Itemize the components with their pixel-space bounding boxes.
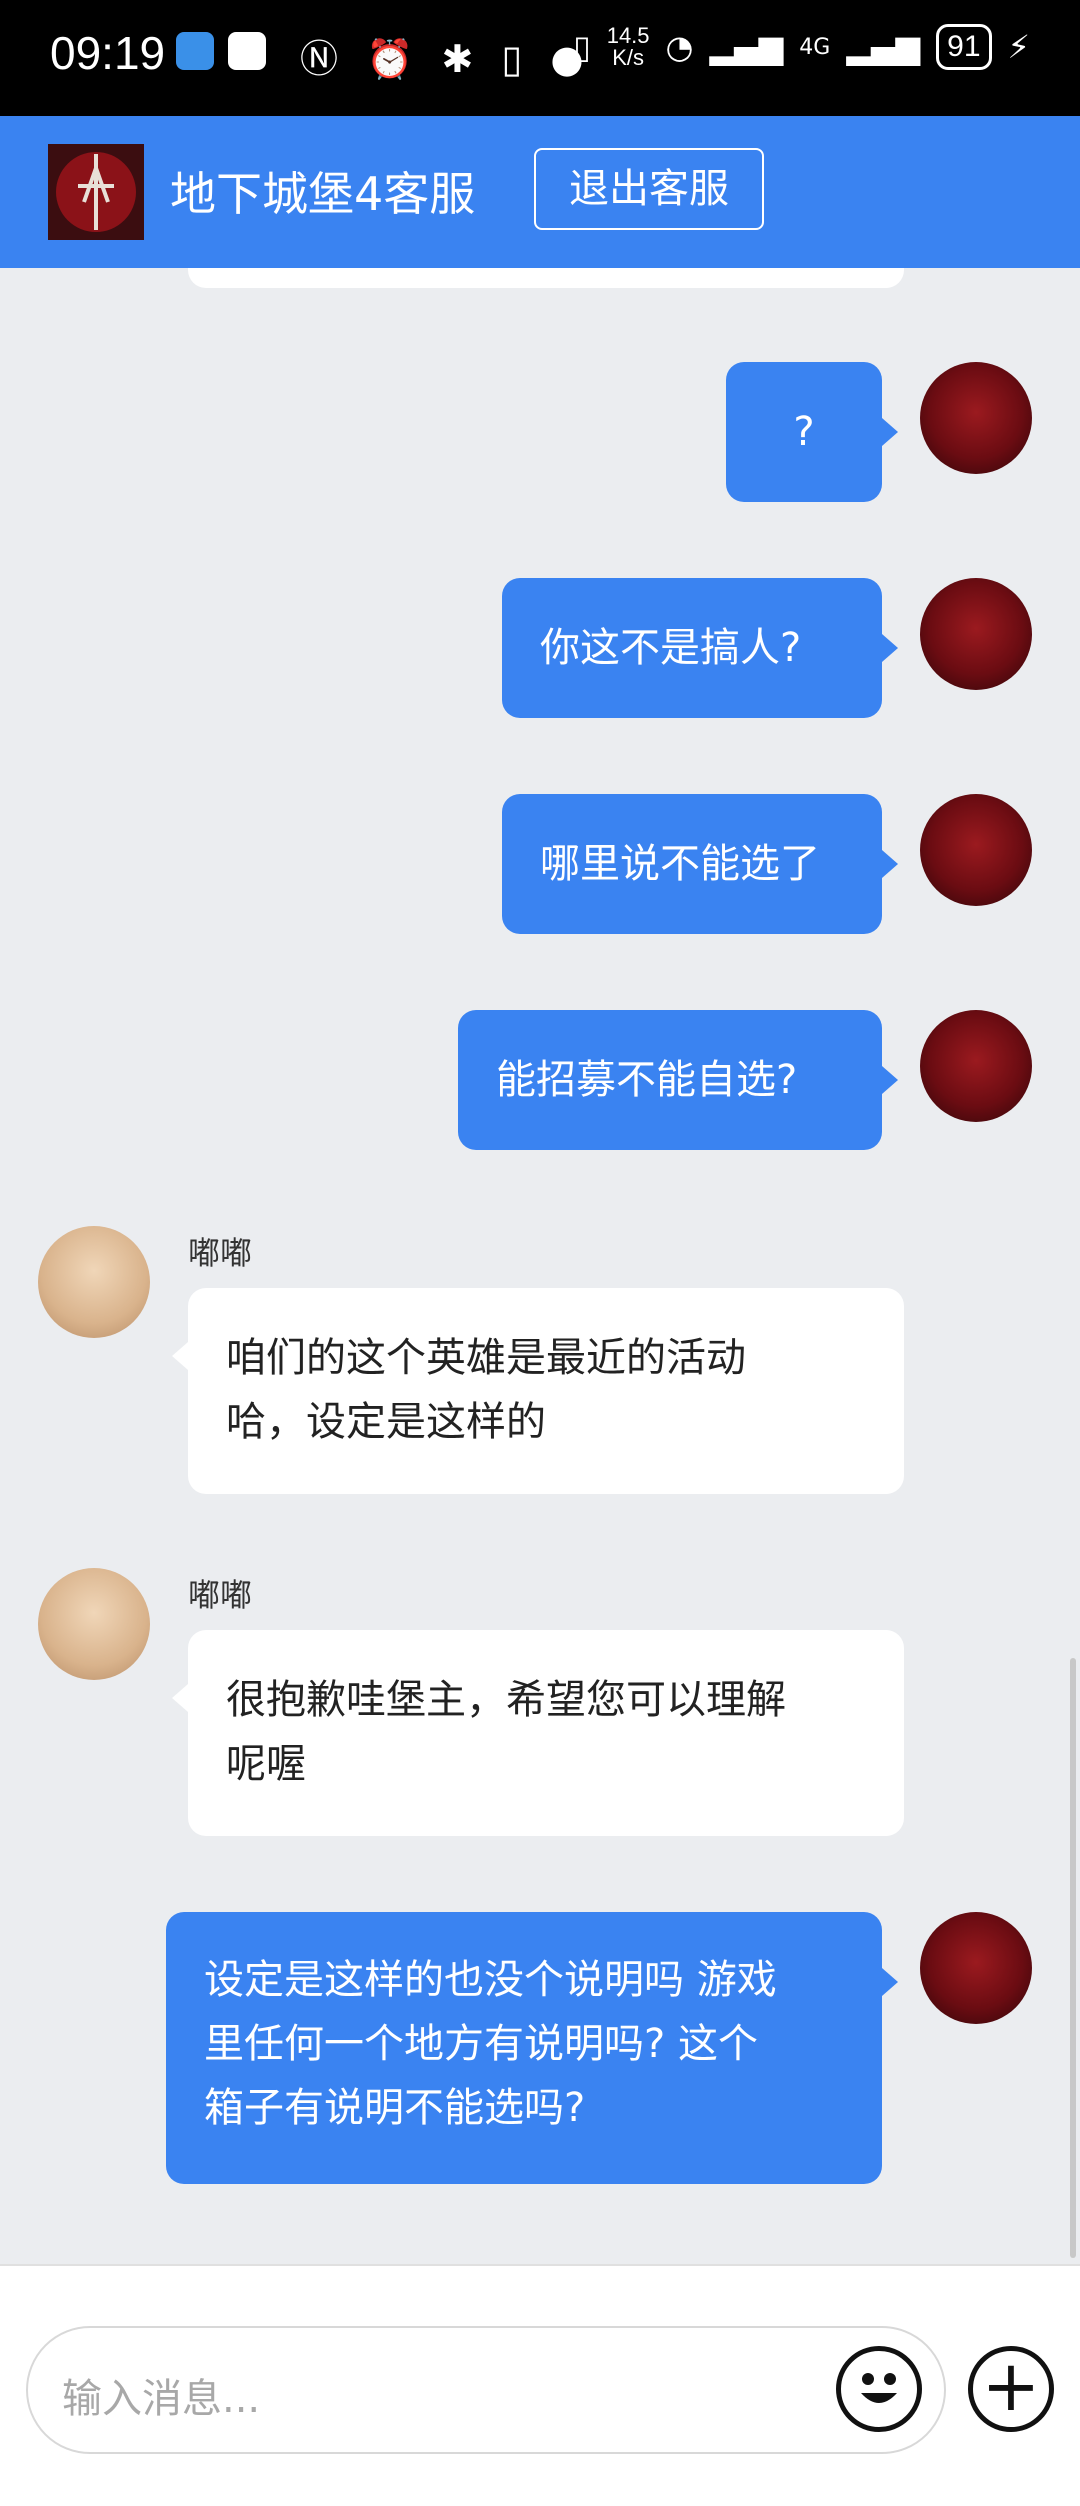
smiley-face-icon[interactable] [836, 2346, 922, 2432]
bubble-tail [882, 850, 898, 878]
bubble-tail [172, 1342, 188, 1370]
signal-icon: ▂▄▆ [709, 28, 784, 66]
my-avatar[interactable] [920, 794, 1032, 906]
bubble-tail [882, 1066, 898, 1094]
input-placeholder: 输入消息... [62, 2376, 261, 2422]
message-composer: 输入消息... + [0, 2264, 1080, 2506]
status-right: ▯ 14.5 K/s ◔ ▂▄▆ 4G ▂▄▆ 91 ⚡ [573, 24, 1030, 70]
network-speed: 14.5 K/s [606, 23, 650, 70]
sender-name: 嘟嘟 [188, 1576, 253, 1614]
status-bar: 09:19 Ⓝ ⏰ ✱ ▯ ● ▯ 14.5 K/s ◔ ▂▄▆ 4G ▂▄▆ … [0, 0, 1080, 116]
my-message-bubble[interactable]: 哪里说不能选了 [502, 794, 882, 934]
my-avatar[interactable] [920, 362, 1032, 474]
agent-message-bubble[interactable]: 咱们的这个英雄是最近的活动 哈，设定是这样的 [188, 1288, 904, 1494]
bubble-tail [882, 1968, 898, 1996]
charging-icon: ⚡ [1007, 28, 1030, 66]
agent-message-bubble[interactable]: 很抱歉哇堡主，希望您可以理解 呢喔 [188, 1630, 904, 1836]
bubble-tail [882, 418, 898, 446]
bubble-tail [882, 634, 898, 662]
wifi-icon: ◔ [665, 28, 694, 66]
plus-circle-icon[interactable]: + [968, 2346, 1054, 2432]
game-logo-avatar [48, 144, 144, 240]
exit-service-button[interactable]: 退出客服 [534, 148, 764, 230]
bubble-tail [172, 1684, 188, 1712]
my-message-bubble[interactable]: 你这不是搞人? [502, 578, 882, 718]
my-message-bubble[interactable]: 设定是这样的也没个说明吗 游戏 里任何一个地方有说明吗? 这个 箱子有说明不能选… [166, 1912, 882, 2184]
signal2-icon: ▂▄▆ [846, 28, 921, 66]
message-input[interactable]: 输入消息... [26, 2326, 946, 2454]
my-avatar[interactable] [920, 1010, 1032, 1122]
my-message-bubble[interactable]: 能招募不能自选? [458, 1010, 882, 1150]
chat-header: 地下城堡4客服 退出客服 [0, 116, 1080, 268]
chat-list[interactable]: ? 你这不是搞人? 哪里说不能选了 能招募不能自选? 嘟嘟 咱们的这个英雄是最近… [0, 268, 1080, 2264]
sender-name: 嘟嘟 [188, 1234, 253, 1272]
vibrate-icon: ▯ [573, 28, 591, 66]
agent-avatar[interactable] [38, 1568, 150, 1680]
my-avatar[interactable] [920, 1912, 1032, 2024]
my-avatar[interactable] [920, 578, 1032, 690]
status-icons: Ⓝ ⏰ ✱ ▯ ● [300, 37, 592, 81]
app-notification-icon [176, 32, 214, 70]
agent-avatar[interactable] [38, 1226, 150, 1338]
battery-indicator: 91 [936, 24, 992, 70]
maps-notification-icon [228, 32, 266, 70]
page-title: 地下城堡4客服 [170, 167, 476, 221]
previous-message-bubble [188, 268, 904, 288]
status-time: 09:19 [50, 27, 166, 79]
chat-scrollbar[interactable] [1070, 1658, 1076, 2258]
network-type: 4G [799, 34, 831, 60]
my-message-bubble[interactable]: ? [726, 362, 882, 502]
